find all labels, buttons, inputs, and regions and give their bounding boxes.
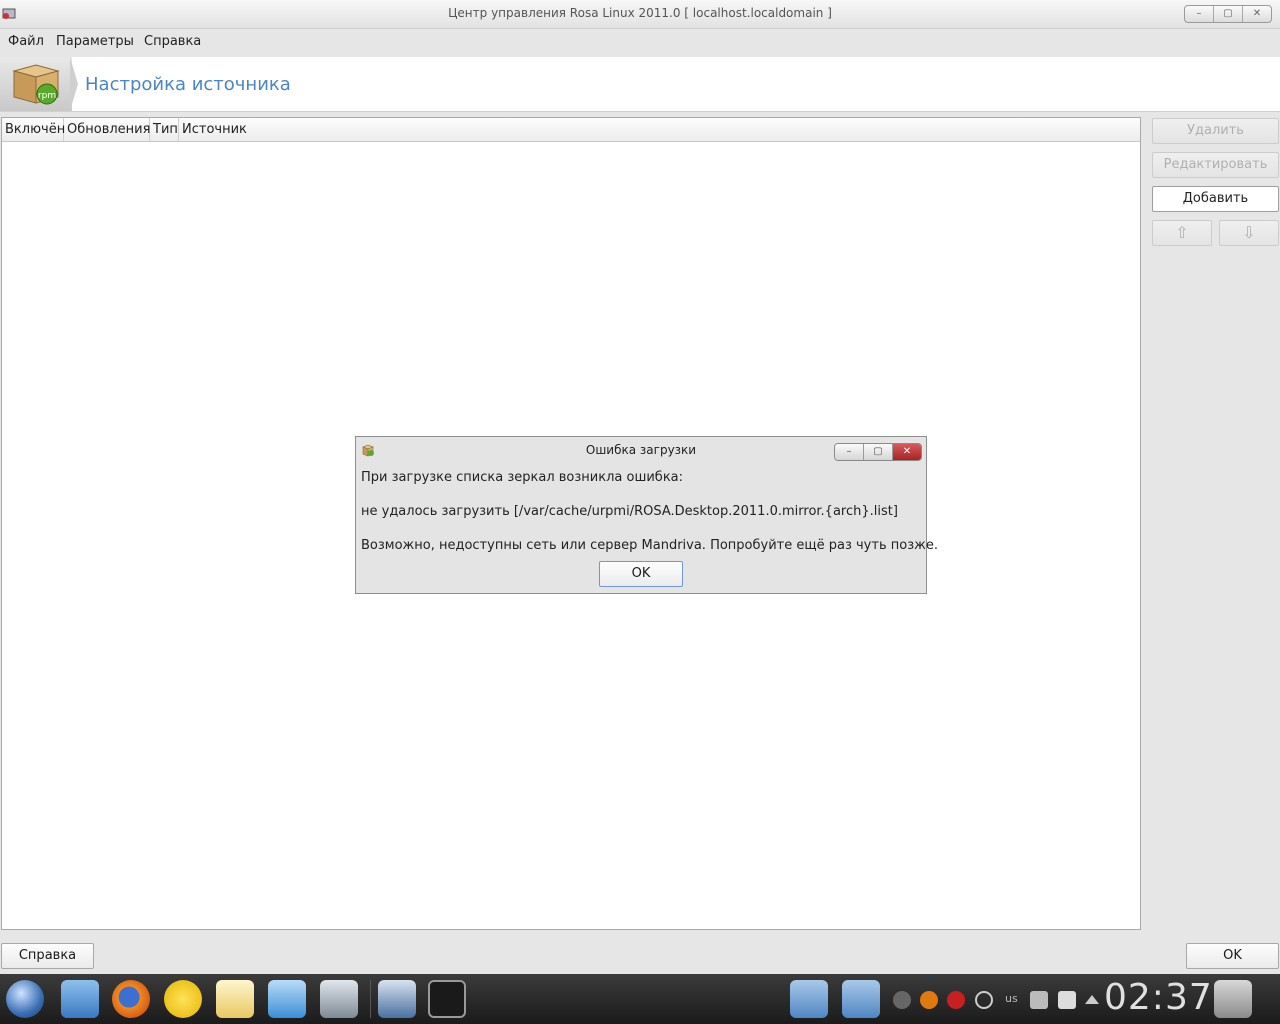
table-header: Включён Обновления Тип Источник [2,118,1140,142]
column-updates[interactable]: Обновления [64,118,150,141]
dialog-window-controls: – ▢ ✕ [834,443,922,461]
edit-button[interactable]: Редактировать [1152,152,1279,178]
maximize-icon: ▢ [873,446,883,457]
window-title: Центр управления Rosa Linux 2011.0 [ loc… [448,6,832,20]
clock[interactable]: 02:37 [1104,977,1213,1018]
help-button[interactable]: Справка [1,943,94,969]
svg-text:rpm: rpm [38,91,56,101]
firefox-icon[interactable] [112,980,150,1018]
column-type[interactable]: Тип [150,118,179,141]
window-controls: – ▢ ✕ [1184,5,1272,23]
update-icon[interactable] [947,991,965,1009]
arrow-down-icon: ⇩ [1242,223,1256,242]
menu-help[interactable]: Справка [144,34,201,49]
move-down-button[interactable]: ⇩ [1219,220,1279,246]
menu-file[interactable]: Файл [8,34,44,49]
close-icon: ✕ [902,446,912,457]
help-tray-icon[interactable] [920,991,938,1009]
dialog-message-line2: не удалось загрузить [/var/cache/urpmi/R… [361,504,898,519]
taskbar: us 02:37 [0,974,1280,1024]
media-player-icon[interactable] [268,980,306,1018]
dialog-maximize-button[interactable]: ▢ [864,444,893,460]
close-icon: ✕ [1252,8,1262,19]
taskbar-separator [370,980,371,1018]
menu-settings[interactable]: Параметры [56,34,134,49]
volume-icon[interactable] [1030,991,1048,1009]
delete-button[interactable]: Удалить [1152,118,1279,144]
dialog-close-button[interactable]: ✕ [893,444,921,460]
network-icon[interactable] [1058,991,1076,1009]
minimize-button[interactable]: – [1185,6,1214,22]
page-header: rpm Настройка источника [0,57,1280,112]
tray-expand-icon[interactable] [1085,995,1099,1004]
error-dialog[interactable]: Ошибка загрузки – ▢ ✕ При загрузке списк… [355,436,938,594]
minimize-icon: – [846,446,852,457]
page-title: Настройка источника [85,74,291,95]
dialog-ok-button[interactable]: OK [599,561,683,587]
close-button[interactable]: ✕ [1243,6,1271,22]
add-button[interactable]: Добавить [1152,186,1279,212]
minimize-icon: – [1196,8,1202,19]
trash-icon[interactable] [1214,980,1252,1018]
dialog-minimize-button[interactable]: – [835,444,864,460]
terminal-icon[interactable] [428,980,466,1018]
dialog-message-line1: При загрузке списка зеркал возникла ошиб… [361,470,684,485]
start-menu-icon[interactable] [6,980,44,1018]
info-icon[interactable] [893,991,911,1009]
downloads-folder-icon[interactable] [842,980,880,1018]
maximize-icon: ▢ [1223,8,1233,19]
menu-bar: Файл Параметры Справка [0,29,1280,55]
mail-icon[interactable] [216,980,254,1018]
settings-icon[interactable] [320,980,358,1018]
column-enabled[interactable]: Включён [2,118,65,141]
dialog-message-line3: Возможно, недоступны сеть или сервер Man… [361,538,938,553]
header-logo: rpm [0,57,72,111]
documents-folder-icon[interactable] [790,980,828,1018]
rpm-package-icon: rpm [12,64,60,105]
scissors-icon[interactable] [975,991,993,1009]
move-up-button[interactable]: ⇧ [1152,220,1212,246]
maximize-button[interactable]: ▢ [1214,6,1243,22]
arrow-up-icon: ⇧ [1175,223,1189,242]
ok-button[interactable]: OK [1186,943,1279,969]
messenger-icon[interactable] [164,980,202,1018]
column-source[interactable]: Источник [179,118,259,141]
file-manager-icon[interactable] [61,980,99,1018]
header-arrow [70,57,78,111]
keyboard-layout-indicator[interactable]: us [1005,992,1018,1005]
control-center-task-icon[interactable] [378,980,416,1018]
window-titlebar[interactable]: Центр управления Rosa Linux 2011.0 [ loc… [0,0,1280,29]
